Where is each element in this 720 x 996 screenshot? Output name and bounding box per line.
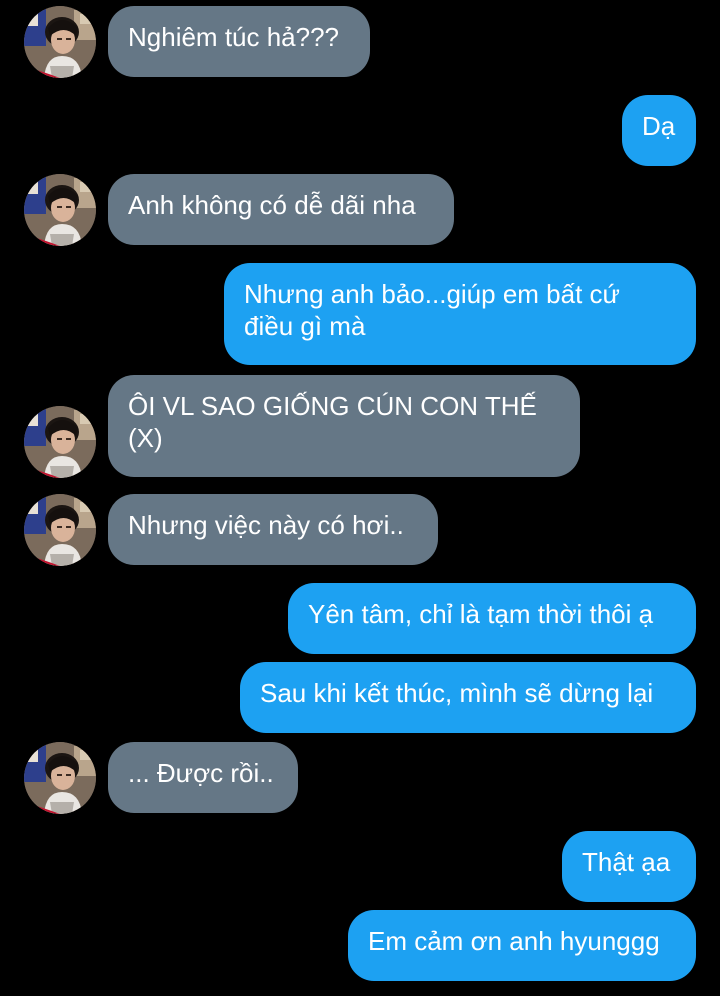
message-bubble-incoming[interactable]: Nhưng việc này có hơi.. — [108, 494, 438, 565]
profile-photo-icon — [24, 742, 96, 814]
profile-photo-icon — [24, 174, 96, 246]
message-bubble-outgoing[interactable]: Sau khi kết thúc, mình sẽ dừng lại — [240, 662, 696, 733]
message-bubble-incoming[interactable]: ÔI VL SAO GIỐNG CÚN CON THẾ (X) — [108, 375, 580, 477]
message-bubble-outgoing[interactable]: Yên tâm, chỉ là tạm thời thôi ạ — [288, 583, 696, 654]
contact-avatar[interactable] — [24, 494, 96, 566]
contact-avatar[interactable] — [24, 742, 96, 814]
profile-photo-icon — [24, 6, 96, 78]
message-bubble-outgoing[interactable]: Nhưng anh bảo...giúp em bất cứ điều gì m… — [224, 263, 696, 365]
profile-photo-icon — [24, 494, 96, 566]
contact-avatar[interactable] — [24, 6, 96, 78]
message-bubble-outgoing[interactable]: Dạ — [622, 95, 696, 166]
message-bubble-outgoing[interactable]: Em cảm ơn anh hyunggg — [348, 910, 696, 981]
message-bubble-outgoing[interactable]: Thật ạa — [562, 831, 696, 902]
message-bubble-incoming[interactable]: ... Được rồi.. — [108, 742, 298, 813]
contact-avatar[interactable] — [24, 406, 96, 478]
message-bubble-incoming[interactable]: Nghiêm túc hả??? — [108, 6, 370, 77]
contact-avatar[interactable] — [24, 174, 96, 246]
profile-photo-icon — [24, 406, 96, 478]
message-bubble-incoming[interactable]: Anh không có dễ dãi nha — [108, 174, 454, 245]
